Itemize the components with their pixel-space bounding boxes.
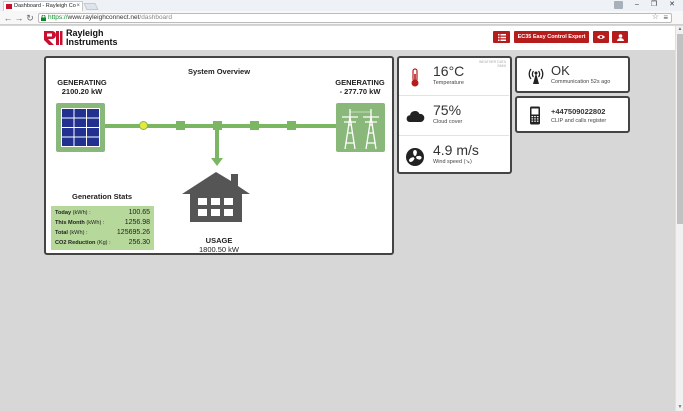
- usage-block: USAGE 1800.50 kW: [176, 236, 262, 254]
- browser-titlebar: Dashboard - Rayleigh Co × – ❐ ✕: [0, 0, 683, 11]
- url-path: /dashboard: [139, 14, 172, 21]
- stats-title: Generation Stats: [71, 192, 132, 201]
- flow-node-active: [139, 121, 148, 130]
- stat-value: 256.30: [128, 239, 150, 246]
- close-tab-icon[interactable]: ×: [76, 2, 80, 11]
- usage-label: USAGE: [205, 236, 233, 245]
- usage-line: [215, 128, 219, 159]
- grid-generating: GENERATING - 277.70 kW: [330, 78, 390, 96]
- scroll-up-icon[interactable]: ▲: [676, 26, 683, 33]
- cloud-value: 75%: [433, 102, 462, 118]
- phone-number: +447509022802: [551, 107, 606, 116]
- address-bar[interactable]: https://www.rayleighconnect.net/dashboar…: [38, 13, 672, 23]
- reload-icon[interactable]: ↻: [25, 13, 35, 23]
- browser-toolbar: ← → ↻ https://www.rayleighconnect.net/da…: [0, 11, 683, 25]
- system-overview-panel: System Overview GENERATING 2100.20 kW GE…: [44, 56, 394, 255]
- minimize-icon[interactable]: –: [629, 0, 645, 10]
- phone-label: CLIP and calls register: [551, 118, 607, 124]
- device-select-button[interactable]: EC35 Easy Control Expert: [514, 31, 589, 43]
- solar-generating: GENERATING 2100.20 kW: [54, 78, 110, 96]
- pylon-icon: [336, 103, 385, 152]
- wind-row: 4.9 m/s Wind speed (↘): [405, 143, 505, 177]
- stat-unit: (kWh) :: [69, 230, 88, 236]
- brand-name: Rayleigh Instruments: [66, 29, 118, 47]
- wind-value: 4.9 m/s: [433, 142, 479, 158]
- close-window-icon[interactable]: ✕: [664, 0, 680, 10]
- mobile-phone-icon: [530, 106, 540, 125]
- rayleigh-logo-icon[interactable]: [43, 30, 63, 46]
- scroll-thumb[interactable]: [677, 34, 683, 224]
- tab-title: Dashboard - Rayleigh Co: [14, 3, 76, 9]
- wind-label: Wind speed (↘): [433, 159, 472, 165]
- bookmark-star-icon[interactable]: ☆: [652, 13, 659, 21]
- list-button[interactable]: [493, 31, 510, 43]
- scroll-down-icon[interactable]: ▼: [676, 404, 683, 411]
- temperature-row: 16°C Temperature: [405, 64, 505, 98]
- browser-menu-icon[interactable]: ≡: [663, 14, 668, 22]
- page-scrollbar[interactable]: ▲ ▼: [675, 26, 683, 411]
- lock-icon: [41, 15, 46, 21]
- stat-label: CO2 Reduction: [55, 240, 96, 246]
- usage-value: 1800.50 kW: [198, 245, 240, 254]
- cloud-icon: [406, 111, 425, 122]
- stat-row: Total (kWh) : 125695.26: [55, 228, 150, 238]
- house-icon: [181, 170, 251, 223]
- stat-row: This Month (kWh) : 1256.98: [55, 218, 150, 228]
- stat-unit: (kWh) :: [72, 210, 91, 216]
- browser-tab[interactable]: Dashboard - Rayleigh Co ×: [3, 1, 83, 11]
- cloud-row: 75% Cloud cover: [405, 103, 505, 137]
- stat-unit: (kWh) :: [86, 220, 105, 226]
- user-button[interactable]: [612, 31, 628, 43]
- temperature-value: 16°C: [433, 63, 465, 79]
- profile-icon[interactable]: [614, 1, 623, 9]
- brand-line-2: Instruments: [66, 37, 118, 47]
- phone-panel[interactable]: +447509022802 CLIP and calls register: [515, 96, 630, 133]
- flow-node: [287, 121, 296, 130]
- fan-icon: [406, 148, 424, 166]
- grid-value: - 277.70 kW: [339, 87, 381, 96]
- overview-title: System Overview: [187, 67, 251, 76]
- stat-label: Today: [55, 210, 72, 216]
- maximize-icon[interactable]: ❐: [646, 0, 662, 10]
- communication-panel: OK Communication 52s ago: [515, 56, 630, 93]
- url-scheme: https://: [48, 14, 68, 21]
- thermometer-icon: [411, 68, 419, 87]
- status-value: OK: [551, 63, 570, 78]
- stat-value: 1256.98: [124, 219, 150, 226]
- eye-icon: [597, 35, 605, 39]
- list-icon: [497, 33, 506, 41]
- signal-tower-icon: [528, 68, 544, 84]
- back-icon[interactable]: ←: [3, 13, 13, 23]
- solar-panel-icon: [56, 103, 105, 152]
- cloud-label: Cloud cover: [433, 119, 463, 125]
- stat-row: Today (kWh) : 100.65: [55, 208, 150, 218]
- stat-label: Total: [55, 230, 68, 236]
- url-host: www.rayleighconnect.net: [67, 14, 140, 21]
- eye-button[interactable]: [593, 31, 609, 43]
- user-icon: [616, 33, 624, 41]
- arrow-down-icon: [211, 158, 223, 166]
- solar-value: 2100.20 kW: [61, 87, 103, 96]
- generation-stats: Today (kWh) : 100.65 This Month (kWh) : …: [51, 206, 154, 250]
- favicon-icon: [6, 4, 12, 9]
- flow-node: [176, 121, 185, 130]
- stat-label: This Month: [55, 220, 85, 226]
- new-tab-button[interactable]: [83, 3, 99, 10]
- status-label: Communication 52s ago: [551, 79, 611, 85]
- stat-row: CO2 Reduction (Kg) : 256.30: [55, 238, 150, 248]
- temperature-label: Temperature: [433, 80, 464, 86]
- solar-label: GENERATING: [57, 78, 107, 87]
- weather-panel: WEATHER DATA SMHI 16°C Temperature 75% C…: [397, 56, 512, 174]
- flow-node: [250, 121, 259, 130]
- grid-label: GENERATING: [335, 78, 385, 87]
- divider: [399, 135, 509, 136]
- forward-icon[interactable]: →: [14, 13, 24, 23]
- divider: [399, 95, 509, 96]
- stat-value: 125695.26: [116, 229, 150, 236]
- stat-value: 100.65: [128, 209, 150, 216]
- stat-unit: (Kg) :: [96, 240, 111, 246]
